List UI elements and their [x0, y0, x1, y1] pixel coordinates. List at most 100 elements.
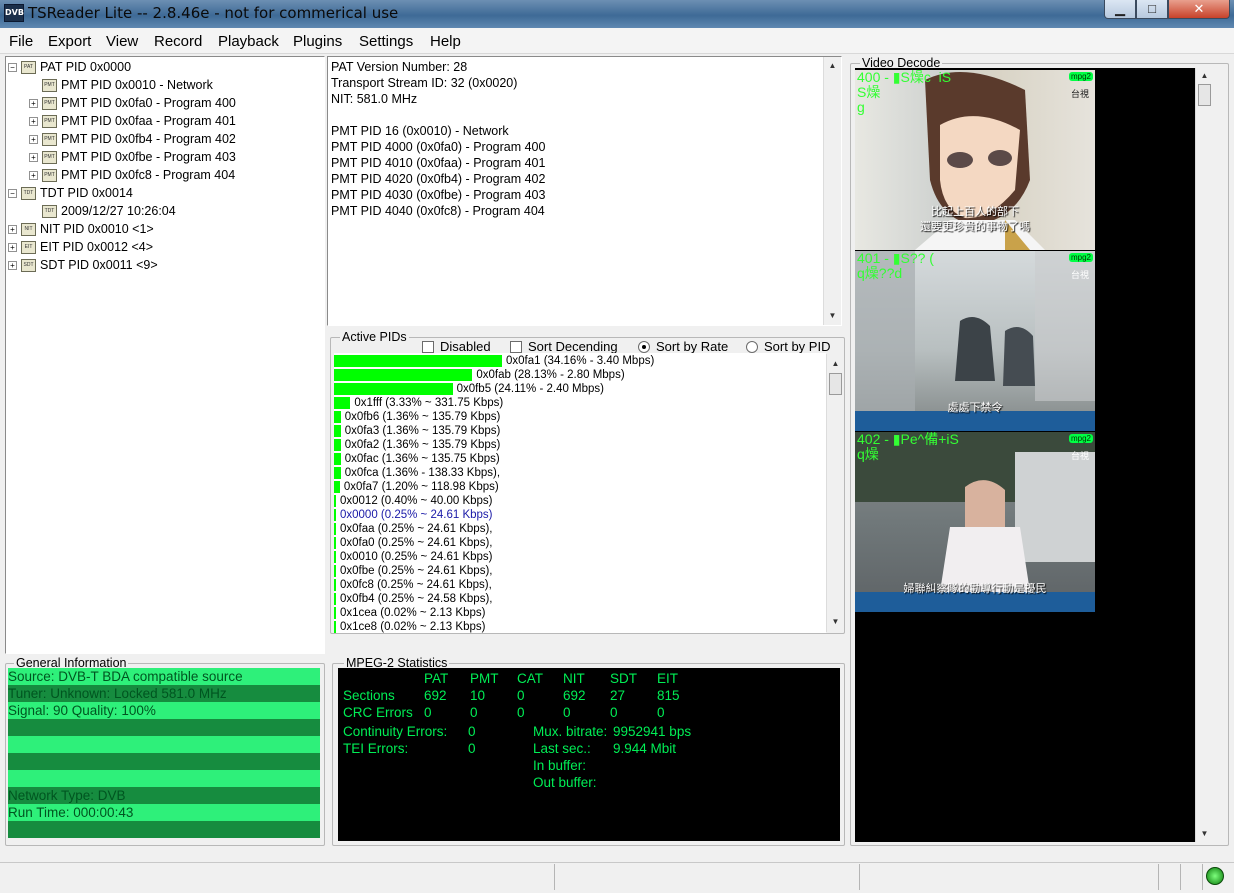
crc-value: 0	[424, 705, 432, 720]
pid-rate-row[interactable]: 0x0fa0 (0.25% ~ 24.61 Kbps),	[334, 536, 492, 550]
minimize-button[interactable]: ▁	[1104, 0, 1136, 19]
col-header: EIT	[657, 671, 679, 686]
collapse-icon[interactable]: −	[8, 63, 17, 73]
pid-rate-row[interactable]: 0x0fb5 (24.11% - 2.40 Mbps)	[334, 382, 604, 396]
tree-item[interactable]: + SDT SDT PID 0x0011 <9>	[8, 256, 158, 274]
collapse-icon[interactable]: −	[8, 189, 17, 199]
pid-rate-label: 0x0fac (1.36% ~ 135.75 Kbps)	[344, 453, 500, 465]
tree-item[interactable]: − PAT PAT PID 0x0000	[8, 58, 131, 76]
pid-rate-label: 0x0fb5 (24.11% - 2.40 Mbps)	[456, 383, 605, 395]
pid-rate-label: 0x0fa7 (1.20% ~ 118.98 Kbps)	[343, 481, 499, 493]
menu-playback[interactable]: Playback	[218, 33, 279, 50]
tree-item[interactable]: + EIT EIT PID 0x0012 <4>	[8, 238, 153, 256]
tree-item[interactable]: + PMT PMT PID 0x0fbe - Program 403	[29, 148, 236, 166]
pid-rate-row[interactable]: 0x0fac (1.36% ~ 135.75 Kbps)	[334, 452, 500, 466]
info-scrollbar[interactable]: ▲ ▼	[823, 57, 841, 325]
col-header: SDT	[610, 671, 637, 686]
mpg2-badge: mpg2	[1068, 434, 1093, 443]
continuity-errors-label: Continuity Errors:	[343, 724, 448, 739]
tree-item-label: NIT PID 0x0010 <1>	[40, 222, 154, 236]
info-line: PMT PID 4030 (0x0fbe) - Program 403	[331, 188, 546, 202]
pid-rate-row[interactable]: 0x0010 (0.25% ~ 24.61 Kbps)	[334, 550, 492, 564]
tree-item[interactable]: PMT PMT PID 0x0010 - Network	[29, 76, 213, 94]
scroll-up-arrow-icon[interactable]: ▲	[828, 356, 843, 371]
menu-view[interactable]: View	[106, 33, 138, 50]
info-line: PMT PID 4010 (0x0faa) - Program 401	[331, 156, 546, 170]
expand-icon[interactable]: +	[29, 135, 38, 145]
expand-icon[interactable]: +	[29, 99, 38, 109]
pid-list-scrollbar[interactable]: ▲ ▼	[826, 354, 843, 632]
pid-rate-row[interactable]: 0x0fc8 (0.25% ~ 24.61 Kbps),	[334, 578, 492, 592]
pid-rate-row[interactable]: 0x1ce8 (0.02% ~ 2.13 Kbps)	[334, 620, 485, 633]
pid-rate-row[interactable]: 0x0fab (28.13% - 2.80 Mbps)	[334, 368, 625, 382]
pid-rate-row[interactable]: 0x0012 (0.40% ~ 40.00 Kbps)	[334, 494, 492, 508]
close-button[interactable]: ✕	[1168, 0, 1230, 19]
pid-rate-bar	[334, 382, 453, 395]
expand-icon[interactable]: +	[29, 153, 38, 163]
scroll-down-arrow-icon[interactable]: ▼	[828, 614, 843, 629]
menu-record[interactable]: Record	[154, 33, 202, 50]
pid-rate-row[interactable]: 0x0fca (1.36% - 138.33 Kbps),	[334, 466, 500, 480]
pid-rate-row[interactable]: 0x0fbe (0.25% ~ 24.61 Kbps),	[334, 564, 492, 578]
tree-item[interactable]: TDT 2009/12/27 10:26:04	[29, 202, 176, 220]
col-header: PAT	[424, 671, 449, 686]
expand-icon[interactable]: +	[29, 171, 38, 181]
scroll-down-arrow-icon[interactable]: ▼	[1197, 826, 1212, 841]
tree-item[interactable]: + PMT PMT PID 0x0faa - Program 401	[29, 112, 236, 130]
pid-rate-row[interactable]: 0x1fff (3.33% ~ 331.75 Kbps)	[334, 396, 503, 410]
menu-settings[interactable]: Settings	[359, 33, 413, 50]
pid-rate-row[interactable]: 0x0fa7 (1.20% ~ 118.98 Kbps)	[334, 480, 499, 494]
scroll-thumb[interactable]	[1198, 84, 1211, 106]
pid-rate-label: 0x0010 (0.25% ~ 24.61 Kbps)	[340, 551, 493, 563]
scroll-thumb[interactable]	[829, 373, 842, 395]
general-info-row	[8, 770, 320, 787]
radio-selected-icon	[638, 341, 650, 353]
expand-icon[interactable]: +	[29, 117, 38, 127]
info-line: PMT PID 4040 (0x0fc8) - Program 404	[331, 204, 545, 218]
crc-value: 0	[657, 705, 665, 720]
expand-icon[interactable]: +	[8, 243, 17, 253]
video-scrollbar[interactable]: ▲ ▼	[1195, 68, 1212, 842]
scroll-up-arrow-icon[interactable]: ▲	[1197, 68, 1212, 83]
pid-rate-label: 0x0fa1 (34.16% - 3.40 Mbps)	[506, 355, 655, 367]
pid-rate-row[interactable]: 0x0000 (0.25% ~ 24.61 Kbps)	[334, 508, 492, 522]
pid-rate-label: 0x0fb6 (1.36% ~ 135.79 Kbps)	[344, 411, 501, 423]
pid-rate-row[interactable]: 0x0fa3 (1.36% ~ 135.79 Kbps)	[334, 424, 500, 438]
pid-rate-row[interactable]: 0x0faa (0.25% ~ 24.61 Kbps),	[334, 522, 492, 536]
pid-rate-bar	[334, 620, 336, 633]
tree-item[interactable]: + PMT PMT PID 0x0fb4 - Program 402	[29, 130, 236, 148]
pid-rate-row[interactable]: 0x1cea (0.02% ~ 2.13 Kbps)	[334, 606, 485, 620]
tree-item[interactable]: + NIT NIT PID 0x0010 <1>	[8, 220, 154, 238]
pid-rate-row[interactable]: 0x0fb6 (1.36% ~ 135.79 Kbps)	[334, 410, 500, 424]
tree-item-label: 2009/12/27 10:26:04	[61, 204, 176, 218]
tree-item[interactable]: + PMT PMT PID 0x0fa0 - Program 400	[29, 94, 236, 112]
scroll-up-arrow-icon[interactable]: ▲	[825, 58, 840, 73]
thumb-channel-label: 400 - ▮S燥c iS S燥 g	[857, 70, 952, 115]
tree-rows: − PAT PAT PID 0x0000 PMT PMT PID 0x0010 - Ne…	[8, 57, 322, 653]
maximize-button[interactable]: □	[1136, 0, 1168, 19]
menu-file[interactable]: File	[9, 33, 33, 50]
status-bar	[0, 862, 1234, 893]
info-panel[interactable]: PAT Version Number: 28 Transport Stream I…	[327, 56, 842, 326]
video-thumbnail[interactable]: 402 - ▮Pe^備+iS q燥 mpg2 台視 婦聯糾察隊的勸導行動是擾民	[855, 432, 1095, 612]
pid-rate-row[interactable]: 0x0fa1 (34.16% - 3.40 Mbps)	[334, 354, 654, 368]
sort-by-rate-label: Sort by Rate	[656, 339, 729, 354]
video-thumbnail[interactable]: 400 - ▮S燥c iS S燥 g mpg2 台視 比起上百人的部下 還要更珍…	[855, 70, 1095, 250]
video-thumbnail[interactable]: 401 - ▮S?? ( q燥??d mpg2 台視 處處下禁令	[855, 251, 1095, 431]
pid-rate-row[interactable]: 0x0fa2 (1.36% ~ 135.79 Kbps)	[334, 438, 500, 452]
menu-help[interactable]: Help	[430, 33, 461, 50]
general-info-row: Tuner: Unknown: Locked 581.0 MHz	[8, 685, 320, 702]
menu-export[interactable]: Export	[48, 33, 91, 50]
table-icon: PMT	[42, 151, 57, 165]
pid-rate-row[interactable]: 0x0fb4 (0.25% ~ 24.58 Kbps),	[334, 592, 492, 606]
pid-rate-list[interactable]: 0x0fa1 (34.16% - 3.40 Mbps) 0x0fab (28.13…	[334, 353, 826, 633]
tei-errors-value: 0	[468, 741, 476, 756]
expand-icon[interactable]: +	[8, 225, 17, 235]
subtitle-line-1: 處處下禁令	[947, 402, 1003, 414]
tree-item[interactable]: + PMT PMT PID 0x0fc8 - Program 404	[29, 166, 235, 184]
tree-item[interactable]: − TDT TDT PID 0x0014	[8, 184, 133, 202]
tree-item-label: SDT PID 0x0011 <9>	[40, 258, 158, 272]
scroll-down-arrow-icon[interactable]: ▼	[825, 308, 840, 323]
expand-icon[interactable]: +	[8, 261, 17, 271]
menu-plugins[interactable]: Plugins	[293, 33, 342, 50]
